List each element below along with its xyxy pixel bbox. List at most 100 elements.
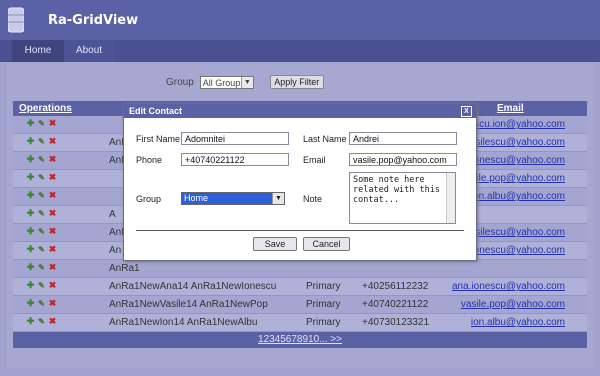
add-icon[interactable]: ✚ xyxy=(26,245,35,254)
note-textarea[interactable]: Some note here related with this contat.… xyxy=(349,172,456,224)
save-button[interactable]: Save xyxy=(253,237,297,251)
last-name-field[interactable]: Andrei xyxy=(349,132,457,145)
note-text: Some note here related with this contat.… xyxy=(353,175,440,205)
delete-icon[interactable]: ✖ xyxy=(48,155,57,164)
header: Ra-GridView xyxy=(0,0,600,40)
nav-home[interactable]: Home xyxy=(12,40,64,62)
row-operations: ✚ ✎ ✖ xyxy=(26,119,57,129)
row-operations: ✚ ✎ ✖ xyxy=(26,281,57,291)
delete-icon[interactable]: ✖ xyxy=(48,191,57,200)
name-cell: An xyxy=(109,245,122,256)
nav-about[interactable]: About xyxy=(64,40,114,62)
edit-icon[interactable]: ✎ xyxy=(37,245,46,254)
add-icon[interactable]: ✚ xyxy=(26,191,35,200)
email-link[interactable]: on.albu@yahoo.com xyxy=(473,191,565,202)
add-icon[interactable]: ✚ xyxy=(26,263,35,272)
table-row: ✚ ✎ ✖ AnRa1NewIon14 AnRa1NewAlbu Primary +407… xyxy=(13,314,587,332)
add-icon[interactable]: ✚ xyxy=(26,155,35,164)
name-cell: AnRa1NewVasile14 AnRa1NewPop xyxy=(109,299,268,310)
email-link[interactable]: sile.pop@yahoo.com xyxy=(471,173,565,184)
edit-icon[interactable]: ✎ xyxy=(37,227,46,236)
delete-icon[interactable]: ✖ xyxy=(48,281,57,290)
edit-icon[interactable]: ✎ xyxy=(37,155,46,164)
email-link[interactable]: vasile.pop@yahoo.com xyxy=(461,299,565,310)
delete-icon[interactable]: ✖ xyxy=(48,173,57,182)
group-select[interactable]: Home ▼ xyxy=(181,192,285,205)
cancel-button[interactable]: Cancel xyxy=(303,237,350,251)
close-icon[interactable]: X xyxy=(461,106,472,117)
edit-icon[interactable]: ✎ xyxy=(37,317,46,326)
add-icon[interactable]: ✚ xyxy=(26,281,35,290)
pager-next[interactable]: >> xyxy=(328,334,342,345)
group-filter-label: Group xyxy=(166,76,194,88)
row-operations: ✚ ✎ ✖ xyxy=(26,191,57,201)
add-icon[interactable]: ✚ xyxy=(26,299,35,308)
group-filter: Group All Groups ▼ Apply Filter xyxy=(166,75,324,89)
edit-icon[interactable]: ✎ xyxy=(37,191,46,200)
chevron-down-icon: ▼ xyxy=(272,193,284,204)
edit-icon[interactable]: ✎ xyxy=(37,263,46,272)
edit-icon[interactable]: ✎ xyxy=(37,137,46,146)
note-label: Note xyxy=(303,194,323,204)
name-cell: AnRa1NewAna14 AnRa1NewIonescu xyxy=(109,281,277,292)
dialog-divider xyxy=(136,230,464,231)
pager-pages[interactable]: 12345678910 xyxy=(258,334,319,345)
add-icon[interactable]: ✚ xyxy=(26,173,35,182)
email-header[interactable]: Email xyxy=(497,103,524,114)
delete-icon[interactable]: ✖ xyxy=(48,299,57,308)
main-nav: Home About xyxy=(0,40,600,62)
edit-icon[interactable]: ✎ xyxy=(37,299,46,308)
note-scrollbar[interactable] xyxy=(446,173,455,223)
group-cell: Primary xyxy=(306,317,341,328)
add-icon[interactable]: ✚ xyxy=(26,227,35,236)
group-label: Group xyxy=(136,194,162,204)
table-row: ✚ ✎ ✖ AnRa1NewVasile14 AnRa1NewPop Primary +4… xyxy=(13,296,587,314)
row-operations: ✚ ✎ ✖ xyxy=(26,173,57,183)
add-icon[interactable]: ✚ xyxy=(26,209,35,218)
phone-label: Phone xyxy=(136,155,163,165)
edit-icon[interactable]: ✎ xyxy=(37,119,46,128)
phone-field[interactable]: +40740221122 xyxy=(181,153,289,166)
table-row: ✚ ✎ ✖ AnRa1 xyxy=(13,260,587,278)
row-operations: ✚ ✎ ✖ xyxy=(26,317,57,327)
email-link[interactable]: ion.albu@yahoo.com xyxy=(471,317,565,328)
group-cell: Primary xyxy=(306,299,341,310)
edit-icon[interactable]: ✎ xyxy=(37,209,46,218)
add-icon[interactable]: ✚ xyxy=(26,119,35,128)
pager-more[interactable]: ... xyxy=(319,334,327,345)
group-filter-value: All Groups xyxy=(202,77,245,88)
dialog-title: Edit Contact xyxy=(129,106,182,116)
delete-icon[interactable]: ✖ xyxy=(48,137,57,146)
name-cell: AnRa1 xyxy=(109,263,140,274)
apply-filter-button[interactable]: Apply Filter xyxy=(269,75,324,89)
delete-icon[interactable]: ✖ xyxy=(48,227,57,236)
add-icon[interactable]: ✚ xyxy=(26,317,35,326)
chevron-down-icon: ▼ xyxy=(240,76,253,88)
edit-icon[interactable]: ✎ xyxy=(37,173,46,182)
delete-icon[interactable]: ✖ xyxy=(48,245,57,254)
row-operations: ✚ ✎ ✖ xyxy=(26,155,57,165)
database-icon xyxy=(8,7,24,33)
dialog-title-bar: Edit Contact X xyxy=(124,104,476,118)
edit-icon[interactable]: ✎ xyxy=(37,281,46,290)
group-filter-select[interactable]: All Groups ▼ xyxy=(199,75,254,89)
email-link[interactable]: ionescu@yahoo.com xyxy=(471,245,565,256)
delete-icon[interactable]: ✖ xyxy=(48,209,57,218)
add-icon[interactable]: ✚ xyxy=(26,137,35,146)
pager: 12345678910... >> xyxy=(13,332,587,348)
delete-icon[interactable]: ✖ xyxy=(48,317,57,326)
operations-header[interactable]: Operations xyxy=(19,103,72,114)
table-row: ✚ ✎ ✖ AnRa1NewAna14 AnRa1NewIonescu Primary +… xyxy=(13,278,587,296)
delete-icon[interactable]: ✖ xyxy=(48,119,57,128)
email-link[interactable]: ana.ionescu@yahoo.com xyxy=(452,281,565,292)
email-link[interactable]: ionescu@yahoo.com xyxy=(471,155,565,166)
email-link[interactable]: escu.ion@yahoo.com xyxy=(469,119,565,130)
row-operations: ✚ ✎ ✖ xyxy=(26,263,57,273)
email-field[interactable]: vasile.pop@yahoo.com xyxy=(349,153,457,166)
delete-icon[interactable]: ✖ xyxy=(48,263,57,272)
app-window: Ra-GridView Home About Group All Groups … xyxy=(0,0,600,376)
first-name-label: First Name xyxy=(136,134,181,144)
first-name-field[interactable]: Adomnitei xyxy=(181,132,289,145)
group-select-value: Home xyxy=(184,193,209,203)
row-operations: ✚ ✎ ✖ xyxy=(26,227,57,237)
